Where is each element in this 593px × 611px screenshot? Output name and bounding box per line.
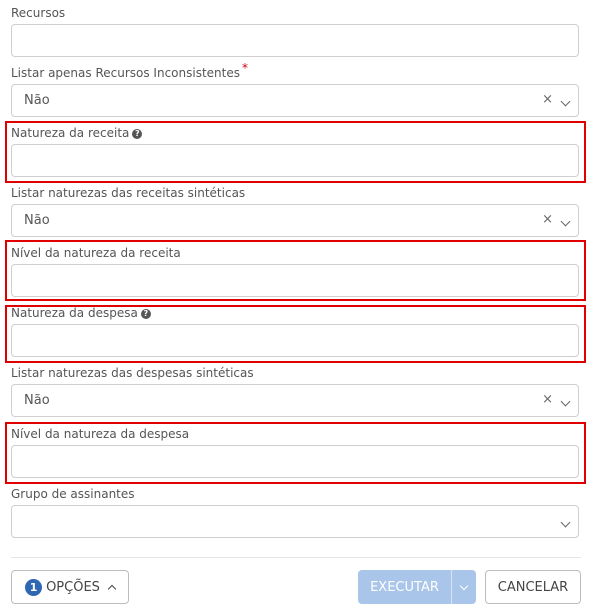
select-value: Não: [24, 393, 50, 408]
execute-dropdown-toggle[interactable]: [452, 581, 476, 590]
grupo-assinantes-select[interactable]: [11, 505, 579, 538]
chevron-down-icon[interactable]: [560, 96, 571, 107]
help-icon[interactable]: ?: [140, 309, 151, 319]
help-icon[interactable]: ?: [132, 129, 143, 139]
required-asterisk: *: [242, 61, 248, 75]
listar-receitas-sinteticas-select[interactable]: Não ×: [11, 204, 579, 237]
select-value: Não: [24, 213, 50, 228]
chevron-up-icon: [107, 584, 117, 594]
chevron-down-icon[interactable]: [560, 396, 571, 407]
natureza-receita-input[interactable]: [11, 144, 579, 177]
natureza-despesa-label: Natureza da despesa?: [11, 306, 151, 320]
options-button[interactable]: 1 OPÇÕES: [11, 570, 129, 604]
chevron-down-icon[interactable]: [560, 517, 571, 528]
execute-label: EXECUTAR: [370, 579, 439, 595]
options-count-badge: 1: [25, 578, 43, 596]
execute-button[interactable]: EXECUTAR: [358, 570, 476, 604]
nivel-receita-label: Nível da natureza da receita: [11, 246, 181, 260]
nivel-despesa-input[interactable]: [11, 445, 579, 478]
clear-icon[interactable]: ×: [542, 92, 553, 107]
chevron-down-icon[interactable]: [560, 216, 571, 227]
chevron-down-icon: [459, 581, 469, 590]
natureza-receita-label: Natureza da receita?: [11, 126, 143, 140]
listar-inconsistentes-label: Listar apenas Recursos Inconsistentes *: [11, 61, 248, 80]
natureza-despesa-input[interactable]: [11, 324, 579, 357]
cancel-button[interactable]: CANCELAR: [485, 570, 581, 604]
nivel-despesa-label: Nível da natureza da despesa: [11, 427, 190, 441]
listar-despesas-sinteticas-label: Listar naturezas das despesas sintéticas: [11, 366, 254, 380]
clear-icon[interactable]: ×: [542, 392, 553, 407]
select-value: Não: [24, 93, 50, 108]
footer-divider: [11, 557, 581, 558]
grupo-assinantes-label: Grupo de assinantes: [11, 487, 135, 501]
listar-despesas-sinteticas-select[interactable]: Não ×: [11, 384, 579, 417]
clear-icon[interactable]: ×: [542, 212, 553, 227]
recursos-label: Recursos: [11, 6, 66, 20]
listar-receitas-sinteticas-label: Listar naturezas das receitas sintéticas: [11, 186, 246, 200]
nivel-receita-input[interactable]: [11, 264, 579, 297]
listar-inconsistentes-select[interactable]: Não ×: [11, 84, 579, 117]
options-label: OPÇÕES: [46, 579, 100, 595]
recursos-input[interactable]: [11, 24, 579, 57]
